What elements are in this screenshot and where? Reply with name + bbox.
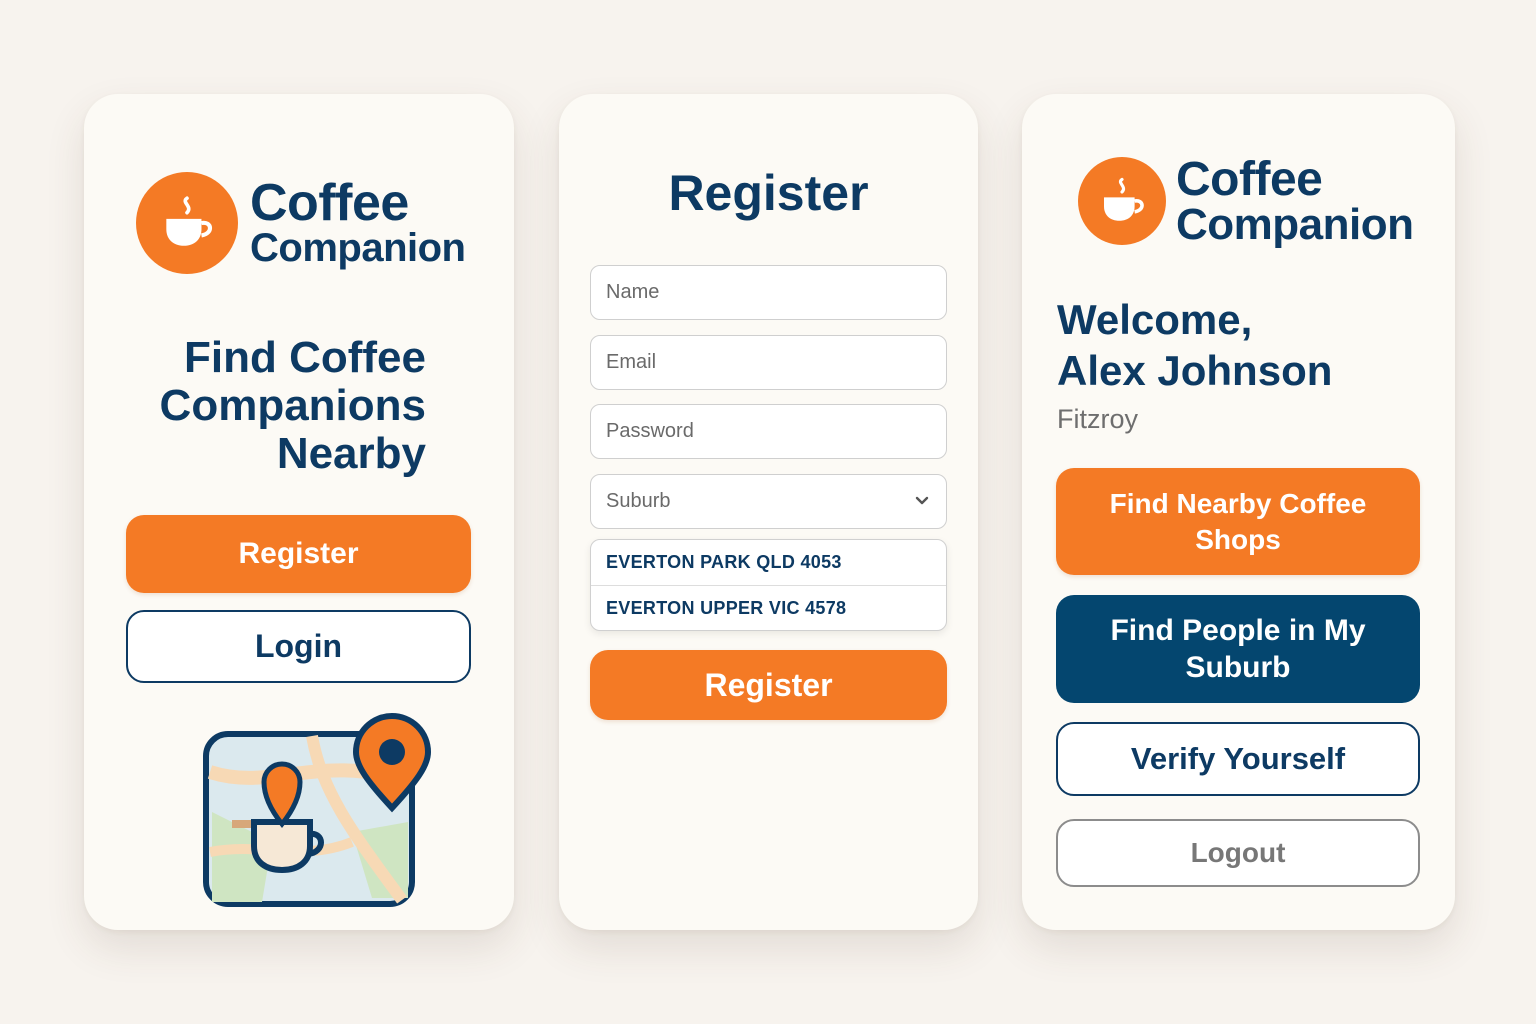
welcome-text: Welcome, — [1057, 296, 1253, 343]
app-logo: Coffee Companion — [136, 172, 466, 274]
landing-headline: Find Coffee Companions Nearby — [124, 334, 426, 478]
app-name-line1: Coffee — [250, 173, 409, 232]
home-screen: Coffee Companion Welcome, Alex Johnson F… — [1022, 94, 1455, 930]
welcome-heading: Welcome, Alex Johnson — [1057, 294, 1332, 396]
coffee-cup-logo-icon — [1078, 157, 1166, 246]
app-name: Coffee Companion — [250, 173, 466, 270]
coffee-cup-logo-icon — [136, 172, 238, 274]
map-with-coffee-pin-icon — [202, 712, 432, 913]
headline-line: Companions — [159, 381, 426, 430]
app-name-line2: Companion — [250, 225, 466, 270]
logout-button[interactable]: Logout — [1056, 819, 1420, 887]
password-field[interactable]: Password — [590, 404, 947, 459]
email-field[interactable]: Email — [590, 335, 947, 390]
find-people-button[interactable]: Find People in My Suburb — [1056, 595, 1420, 703]
headline-line: Find Coffee — [184, 333, 426, 382]
name-field[interactable]: Name — [590, 265, 947, 320]
find-coffee-shops-button[interactable]: Find Nearby Coffee Shops — [1056, 468, 1420, 575]
suburb-option[interactable]: EVERTON UPPER VIC 4578 — [591, 585, 946, 630]
suburb-option[interactable]: EVERTON PARK QLD 4053 — [591, 540, 946, 585]
login-button[interactable]: Login — [126, 610, 471, 683]
user-suburb: Fitzroy — [1057, 404, 1138, 434]
register-submit-button[interactable]: Register — [590, 650, 947, 720]
suburb-select-label: Suburb — [606, 490, 671, 512]
app-screens: Coffee Companion Find Coffee Companions … — [0, 0, 1536, 1024]
app-name-line1: Coffee — [1176, 153, 1323, 206]
landing-screen: Coffee Companion Find Coffee Companions … — [84, 94, 514, 930]
user-name: Alex Johnson — [1057, 347, 1333, 394]
app-name: Coffee Companion — [1176, 153, 1414, 250]
chevron-down-icon — [915, 496, 929, 505]
suburb-select[interactable]: Suburb — [590, 474, 947, 529]
register-button[interactable]: Register — [126, 515, 471, 593]
app-name-line2: Companion — [1176, 200, 1414, 250]
app-logo: Coffee Companion — [1078, 153, 1414, 250]
headline-line: Nearby — [276, 429, 426, 478]
register-screen: Register Name Email Password Suburb EVER… — [559, 94, 978, 930]
page-title: Register — [668, 165, 869, 221]
verify-button[interactable]: Verify Yourself — [1056, 722, 1420, 796]
suburb-dropdown: EVERTON PARK QLD 4053 EVERTON UPPER VIC … — [590, 539, 947, 631]
